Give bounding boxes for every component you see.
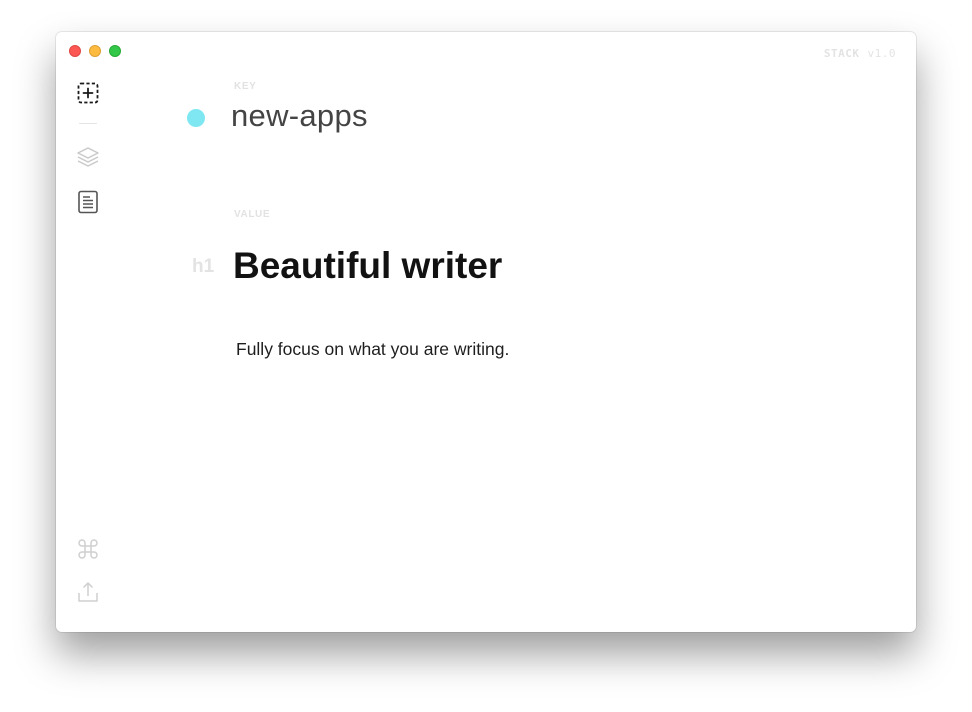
app-brand: STACK v1.0 xyxy=(824,47,896,60)
app-window: STACK v1.0 KEY new-apps VALUE h1 Beautif… xyxy=(56,32,916,632)
value-heading[interactable]: Beautiful writer xyxy=(233,245,502,287)
minimize-window-button[interactable] xyxy=(89,45,101,57)
maximize-window-button[interactable] xyxy=(109,45,121,57)
close-window-button[interactable] xyxy=(69,45,81,57)
value-paragraph[interactable]: Fully focus on what you are writing. xyxy=(236,339,509,360)
layers-icon xyxy=(77,147,99,167)
stack-button[interactable] xyxy=(76,145,100,169)
new-item-button[interactable] xyxy=(76,81,100,105)
key-color-dot[interactable] xyxy=(187,109,205,127)
export-button[interactable] xyxy=(76,580,100,604)
key-input[interactable]: new-apps xyxy=(231,98,368,134)
add-square-icon xyxy=(77,82,99,104)
value-label: VALUE xyxy=(234,209,271,220)
heading-level-marker: h1 xyxy=(192,256,215,277)
document-icon xyxy=(78,190,98,214)
shortcuts-button[interactable] xyxy=(76,537,100,561)
key-label: KEY xyxy=(234,81,257,92)
upload-icon xyxy=(78,582,98,602)
document-button[interactable] xyxy=(76,190,100,214)
command-icon xyxy=(78,539,98,559)
brand-version: v1.0 xyxy=(867,47,896,60)
sidebar-divider xyxy=(79,123,97,124)
brand-name: STACK xyxy=(823,47,860,60)
